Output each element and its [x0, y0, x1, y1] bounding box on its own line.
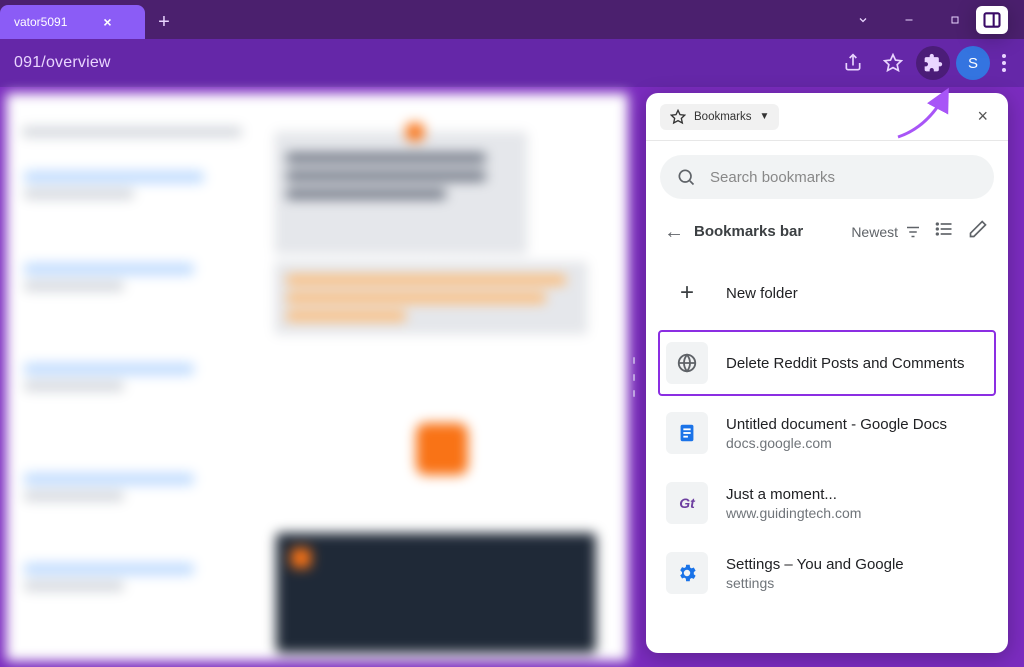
profile-avatar[interactable]: S — [956, 46, 990, 80]
search-bookmarks-input[interactable] — [660, 155, 994, 199]
row-title: New folder — [726, 285, 798, 302]
bookmark-star-icon[interactable] — [876, 46, 910, 80]
search-input-field[interactable] — [710, 169, 978, 186]
row-title: Untitled document - Google Docs — [726, 416, 947, 433]
menu-kebab-icon[interactable] — [996, 54, 1012, 72]
sort-label: Newest — [851, 224, 898, 240]
maximize-button[interactable] — [932, 0, 978, 39]
new-tab-button[interactable]: + — [145, 5, 183, 39]
browser-tab[interactable]: vator5091 × — [0, 5, 145, 39]
share-icon[interactable] — [836, 46, 870, 80]
content-area: Bookmarks ▼ × ← Bookmarks bar Newest — [0, 87, 1024, 667]
guidingtech-icon: Gt — [666, 482, 708, 524]
close-tab-icon[interactable]: × — [103, 14, 111, 30]
star-outline-icon — [670, 109, 686, 125]
search-icon — [676, 167, 696, 187]
bookmark-row[interactable]: Settings – You and Google settings — [658, 540, 996, 606]
panel-header: Bookmarks ▼ × — [646, 93, 1008, 141]
new-folder-row[interactable]: + New folder — [658, 260, 996, 326]
edit-pencil-icon[interactable] — [966, 217, 990, 246]
view-toggle-icon[interactable] — [932, 217, 956, 246]
row-subtitle: docs.google.com — [726, 435, 947, 451]
globe-icon — [666, 342, 708, 384]
bookmark-row[interactable]: Untitled document - Google Docs docs.goo… — [658, 400, 996, 466]
google-docs-icon — [666, 412, 708, 454]
extensions-icon[interactable] — [916, 46, 950, 80]
panel-subheader: ← Bookmarks bar Newest — [646, 209, 1008, 254]
tabs-dropdown-button[interactable] — [840, 0, 886, 39]
close-panel-icon[interactable]: × — [971, 102, 994, 131]
sort-button[interactable]: Newest — [851, 223, 922, 241]
address-bar: 091/overview S — [0, 39, 1024, 87]
bookmarks-list: + New folder Delete Reddit Posts and Com… — [646, 254, 1008, 612]
section-title: Bookmarks bar — [694, 223, 803, 240]
bookmark-row-highlighted[interactable]: Delete Reddit Posts and Comments — [658, 330, 996, 396]
row-subtitle: www.guidingtech.com — [726, 505, 861, 521]
titlebar: vator5091 × + — [0, 0, 1024, 39]
row-title: Just a moment... — [726, 486, 861, 503]
back-arrow-icon[interactable]: ← — [664, 222, 684, 242]
panel-resize-handle[interactable] — [631, 357, 637, 397]
row-subtitle: settings — [726, 575, 904, 591]
blurred-page — [6, 93, 628, 661]
chevron-down-icon: ▼ — [760, 111, 770, 122]
row-title: Settings – You and Google — [726, 556, 904, 573]
plus-icon: + — [666, 272, 708, 314]
filter-icon — [904, 223, 922, 241]
panel-selector-chip[interactable]: Bookmarks ▼ — [660, 104, 779, 130]
panel-chip-label: Bookmarks — [694, 111, 752, 123]
side-panel-icon[interactable] — [976, 6, 1008, 34]
minimize-button[interactable] — [886, 0, 932, 39]
tab-title: vator5091 — [14, 15, 67, 29]
url-text[interactable]: 091/overview — [14, 54, 826, 72]
bookmarks-side-panel: Bookmarks ▼ × ← Bookmarks bar Newest — [646, 93, 1008, 653]
row-title: Delete Reddit Posts and Comments — [726, 355, 964, 372]
settings-gear-icon — [666, 552, 708, 594]
bookmark-row[interactable]: Gt Just a moment... www.guidingtech.com — [658, 470, 996, 536]
